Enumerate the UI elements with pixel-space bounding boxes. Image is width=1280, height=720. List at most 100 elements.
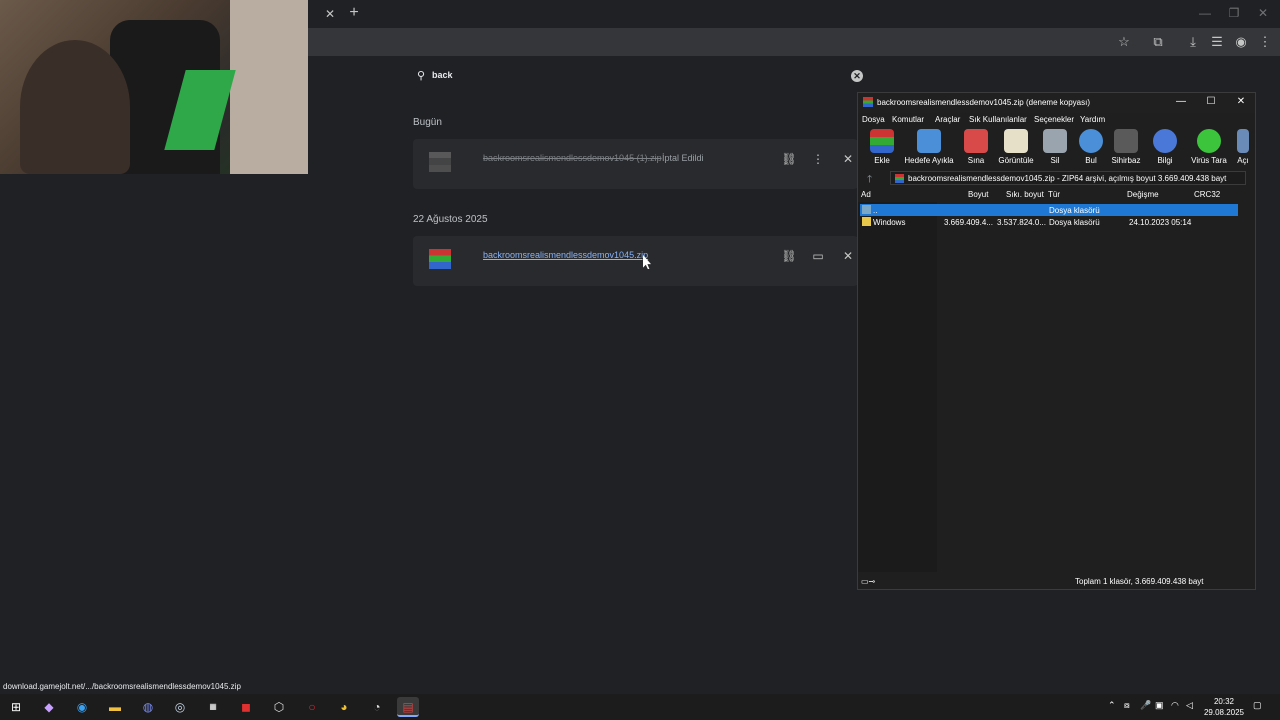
download-filename[interactable]: backroomsrealismendlessdemov1045 (1).zip — [483, 153, 662, 163]
new-tab-button[interactable]: + — [345, 4, 363, 22]
zip-file-icon — [429, 152, 451, 172]
remove-icon[interactable]: ✕ — [840, 248, 856, 264]
column-header: Ad Boyut Sıkı. boyut Tür Değişme CRC32 — [858, 189, 1255, 201]
col-modified[interactable]: Değişme — [1127, 190, 1159, 199]
discord-icon[interactable]: ◍ — [137, 697, 159, 717]
archive-icon — [895, 174, 904, 183]
download-item: backroomsrealismendlessdemov1045 (1).zip… — [413, 139, 858, 189]
copilot-icon[interactable]: ◆ — [38, 697, 60, 717]
close-icon[interactable]: ✕ — [1233, 96, 1249, 107]
cell-name: Windows — [873, 218, 906, 227]
table-row[interactable]: .. Dosya klasörü — [860, 204, 1238, 216]
cell-type: Dosya klasörü — [1049, 206, 1100, 215]
path-field[interactable]: backroomsrealismendlessdemov1045.zip - Z… — [890, 171, 1246, 185]
file-list: .. Dosya klasörü Windows 3.669.409.4... … — [858, 202, 1255, 572]
edge-icon[interactable]: ◉ — [71, 697, 93, 717]
search-input[interactable]: back — [432, 70, 453, 80]
cell-modified: 24.10.2023 05:14 — [1129, 218, 1192, 227]
unity-icon[interactable]: ⬡ — [268, 697, 290, 717]
menu-araclar[interactable]: Araçlar — [935, 115, 960, 124]
tray-device-icon[interactable]: ⧇ — [1124, 700, 1130, 711]
up-arrow-icon[interactable]: 🡑 — [867, 172, 872, 189]
menu-yardim[interactable]: Yardım — [1080, 115, 1105, 124]
download-item: backroomsrealismendlessdemov1045.zip ⛓ ▭… — [413, 236, 858, 286]
windows-start-icon[interactable]: ⊞ — [5, 697, 27, 717]
tool-virus-tara[interactable]: Virüs Tara — [1190, 127, 1228, 165]
table-row[interactable]: Windows 3.669.409.4... 3.537.824.0... Do… — [860, 216, 1238, 228]
menu-sik-kullanilanlar[interactable]: Sık Kullanılanlar — [969, 115, 1027, 124]
tool-aciklama[interactable]: Açı — [1233, 127, 1253, 165]
menu-dosya[interactable]: Dosya — [862, 115, 885, 124]
epic-games-icon[interactable]: ▦ — [202, 697, 224, 717]
tool-goruntule[interactable]: Görüntüle — [996, 127, 1036, 165]
winrar-title: backroomsrealismendlessdemov1045.zip (de… — [877, 98, 1090, 107]
restore-icon[interactable]: ❐ — [1224, 6, 1244, 20]
delete-icon — [1043, 129, 1067, 153]
taskbar-clock[interactable]: 20:32 29.08.2025 — [1198, 696, 1250, 718]
clear-search-icon[interactable]: ✕ — [851, 70, 863, 82]
path-text: backroomsrealismendlessdemov1045.zip - Z… — [908, 174, 1227, 183]
list-background — [858, 202, 937, 572]
minimize-icon[interactable]: — — [1173, 96, 1189, 107]
clock-date: 29.08.2025 — [1203, 708, 1245, 717]
col-crc[interactable]: CRC32 — [1194, 190, 1220, 199]
info-icon — [1153, 129, 1177, 153]
star-icon[interactable]: ☆ — [1116, 34, 1132, 50]
close-window-icon[interactable]: ✕ — [1253, 6, 1273, 20]
col-packed[interactable]: Sıkı. boyut — [1006, 190, 1044, 199]
steam-icon[interactable]: ◎ — [169, 697, 191, 717]
find-icon — [1079, 129, 1103, 153]
roblox-icon[interactable]: ◼ — [235, 697, 257, 717]
cell-type: Dosya klasörü — [1049, 218, 1100, 227]
parent-folder-icon — [862, 205, 871, 214]
col-size[interactable]: Boyut — [968, 190, 988, 199]
maximize-icon[interactable]: ☐ — [1203, 96, 1219, 107]
chrome-icon[interactable]: ◕ — [333, 697, 355, 717]
tool-sil[interactable]: Sil — [1043, 127, 1067, 165]
winrar-statusbar: ▭⊸ Toplam 1 klasör, 3.669.409.438 bayt — [858, 575, 1255, 589]
winrar-taskbar-icon[interactable]: ▤ — [397, 697, 419, 717]
minimize-icon[interactable]: — — [1195, 6, 1215, 20]
link-icon[interactable]: ⛓ — [781, 151, 797, 167]
download-filename[interactable]: backroomsrealismendlessdemov1045.zip — [483, 250, 648, 260]
add-icon — [870, 129, 894, 153]
extensions-icon[interactable]: ⧉ — [1150, 34, 1166, 50]
more-icon[interactable]: ⋮ — [810, 151, 826, 167]
obs-icon[interactable]: ◔ — [366, 697, 388, 717]
tool-ekle[interactable]: Ekle — [870, 127, 894, 165]
tool-bilgi[interactable]: Bilgi — [1152, 127, 1178, 165]
tool-bul[interactable]: Bul — [1079, 127, 1103, 165]
display-icon[interactable]: ▣ — [1155, 700, 1164, 711]
tool-sihirbaz[interactable]: Sihirbaz — [1110, 127, 1142, 165]
close-tab-icon[interactable]: ✕ — [322, 6, 338, 22]
drive-key-icon: ▭⊸ — [861, 577, 876, 586]
profile-icon[interactable]: ◉ — [1233, 34, 1249, 50]
menu-secenekler[interactable]: Seçenekler — [1034, 115, 1074, 124]
link-status-url: download.gamejolt.net/.../backroomsreali… — [0, 680, 428, 694]
menu-komutlar[interactable]: Komutlar — [892, 115, 924, 124]
tool-hedefe-ayikla[interactable]: Hedefe Ayıkla — [904, 127, 954, 165]
wifi-icon[interactable]: ◠ — [1171, 700, 1179, 711]
notification-icon[interactable]: ▢ — [1253, 700, 1262, 711]
cell-name: .. — [873, 206, 878, 215]
download-icon[interactable]: ⤓ — [1185, 34, 1201, 50]
winrar-titlebar[interactable]: backroomsrealismendlessdemov1045.zip (de… — [858, 93, 1255, 113]
clock-time: 20:32 — [1213, 697, 1235, 706]
menu-icon[interactable]: ⋮ — [1257, 34, 1273, 50]
col-type[interactable]: Tür — [1048, 190, 1060, 199]
virus-scan-icon — [1197, 129, 1221, 153]
volume-icon[interactable]: ◁ — [1186, 700, 1193, 711]
tool-sina[interactable]: Sına — [964, 127, 988, 165]
wizard-icon — [1114, 129, 1138, 153]
file-explorer-icon[interactable]: ▬ — [104, 697, 126, 717]
tray-chevron-icon[interactable]: ⌃ — [1108, 700, 1116, 711]
reading-list-icon[interactable]: ☰ — [1209, 34, 1225, 50]
link-icon[interactable]: ⛓ — [781, 248, 797, 264]
remove-icon[interactable]: ✕ — [840, 151, 856, 167]
winrar-path-bar: 🡑 backroomsrealismendlessdemov1045.zip -… — [858, 170, 1255, 186]
microphone-icon[interactable]: 🎤 — [1140, 700, 1151, 711]
col-name[interactable]: Ad — [861, 190, 871, 199]
folder-icon[interactable]: ▭ — [810, 248, 826, 264]
opera-icon[interactable]: ○ — [301, 697, 323, 717]
downloads-search[interactable]: ⚲ back ✕ — [413, 64, 868, 88]
